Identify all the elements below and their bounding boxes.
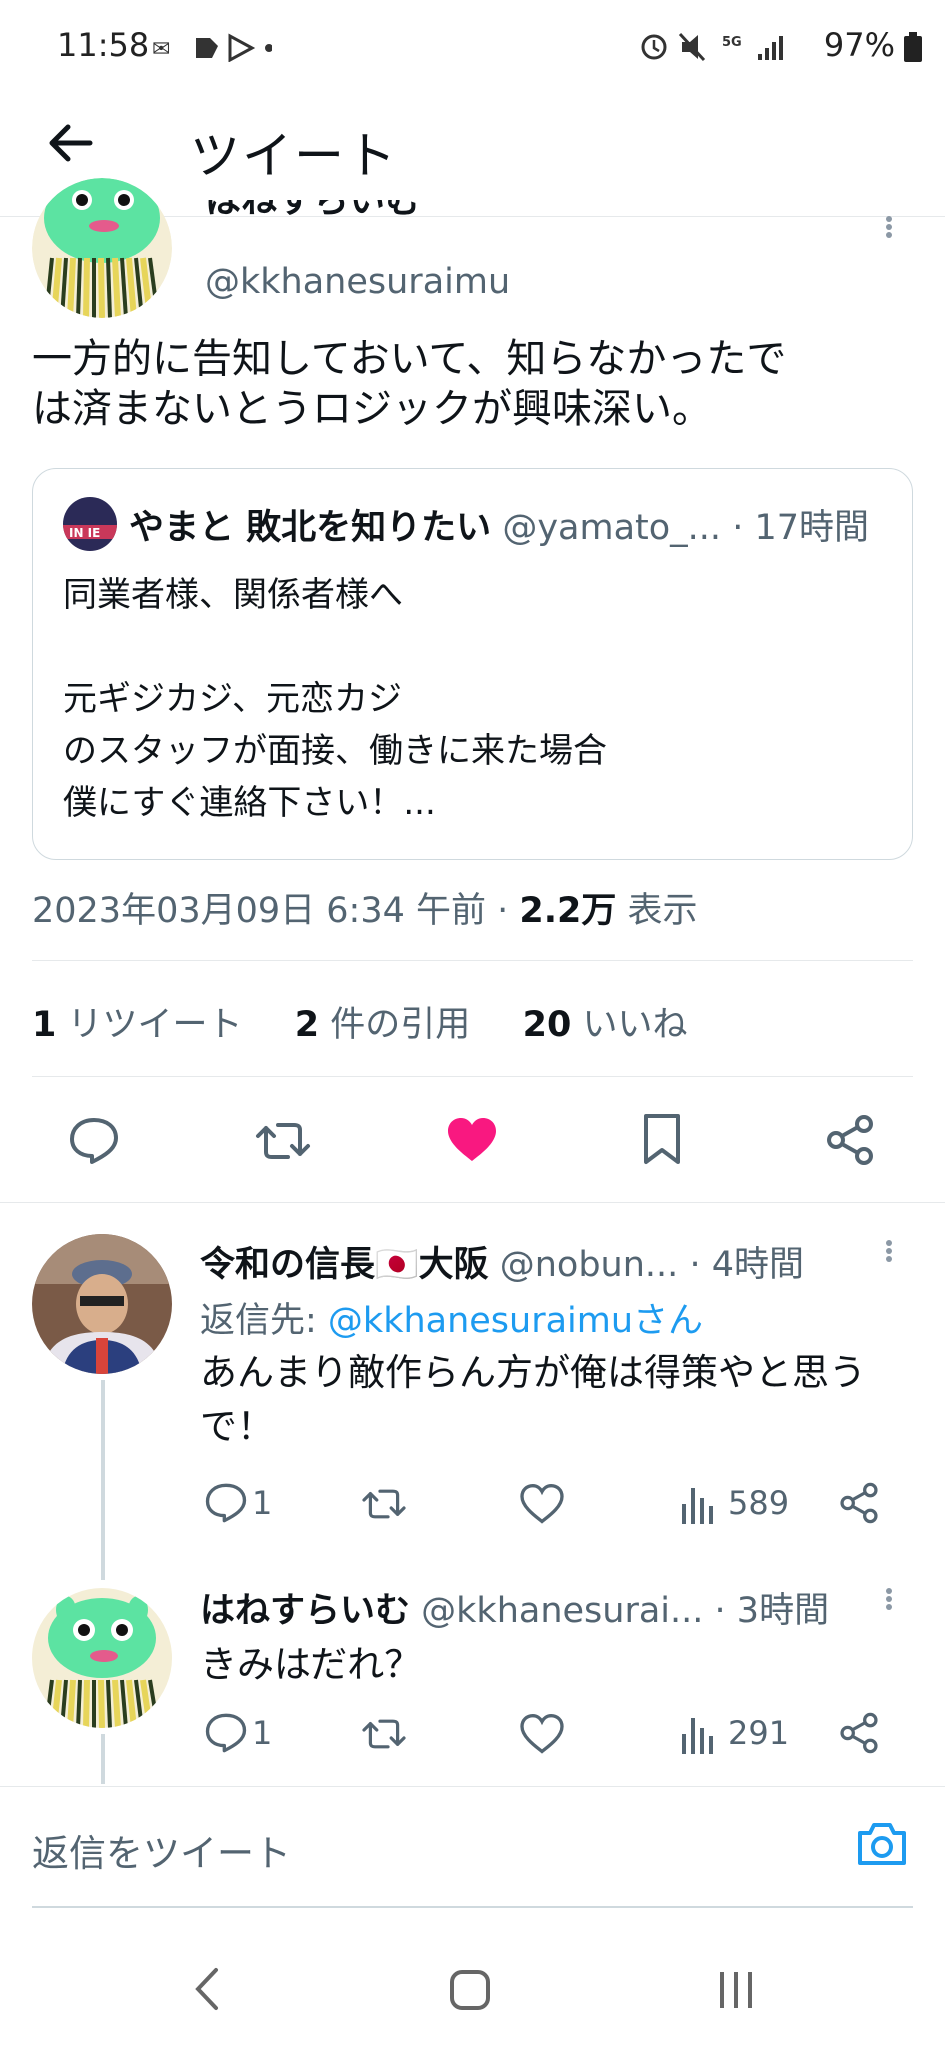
share-icon[interactable] <box>838 1482 880 1524</box>
tweet-timestamp: 2023年03月09日 6:34 午前 · <box>32 891 520 931</box>
quotes-stat[interactable]: 2 件の引用 <box>295 1005 471 1045</box>
notification-icons: ✉ <box>152 33 272 62</box>
reply-text-line: あんまり敵作らん方が俺は得策やと思う <box>200 1351 866 1394</box>
views-count: 589 <box>728 1484 790 1522</box>
quoted-author-line: やまと 敗北を知りたい @yamato_... · 17時間 <box>129 499 869 550</box>
reply-header: はねすらいむ @kkhanesurai... · 3時間 <box>200 1582 829 1633</box>
more-options-icon[interactable] <box>884 1586 894 1612</box>
views-icon[interactable] <box>680 1484 718 1524</box>
reply-header: 令和の信長🇯🇵大阪 @nobun... · 4時間 <box>200 1236 804 1287</box>
tweet-text-line: 一方的に告知しておいて、知らなかったで <box>32 336 787 382</box>
thread-line <box>101 1734 105 1784</box>
reply-author-handle[interactable]: @kkhanesurai... <box>421 1591 703 1631</box>
system-nav-bar <box>0 1924 945 2048</box>
share-icon[interactable] <box>838 1712 880 1754</box>
reply-author-handle[interactable]: @nobun... <box>500 1245 679 1285</box>
network-type: 5G <box>722 35 742 50</box>
bookmark-icon[interactable] <box>640 1112 684 1166</box>
quoted-tweet-card[interactable]: IN IE やまと 敗北を知りたい @yamato_... · 17時間 同業者… <box>32 468 913 860</box>
author-name[interactable]: はねすらいむ <box>205 200 421 230</box>
reply-time: · 4時間 <box>689 1245 804 1285</box>
quotes-label: 件の引用 <box>330 1005 471 1045</box>
reply-text-line: で！ <box>200 1405 274 1448</box>
more-options-icon[interactable] <box>884 1238 894 1264</box>
views-count: 2.2万 <box>519 891 617 931</box>
svg-text:✉: ✉ <box>152 37 170 62</box>
reply-author-name[interactable]: 令和の信長🇯🇵大阪 <box>200 1245 489 1285</box>
slime-avatar-icon <box>32 1588 172 1728</box>
quoted-author-avatar: IN IE <box>63 497 117 551</box>
like-icon[interactable] <box>520 1484 564 1524</box>
views-count: 291 <box>728 1714 790 1752</box>
reply-to-user[interactable]: @kkhanesuraimuさん <box>328 1301 703 1341</box>
tweet-timestamp-row: 2023年03月09日 6:34 午前 · 2.2万 表示 <box>32 882 698 933</box>
reply-icon[interactable] <box>204 1712 248 1754</box>
retweet-icon[interactable] <box>360 1714 408 1754</box>
slime-avatar-icon <box>32 178 172 318</box>
more-options-icon[interactable] <box>884 214 894 240</box>
like-icon[interactable] <box>520 1714 564 1754</box>
system-status-icons: 5G <box>641 32 783 62</box>
share-icon[interactable] <box>824 1114 876 1166</box>
page-title: ツイート <box>190 127 398 185</box>
retweet-icon[interactable] <box>254 1116 312 1166</box>
author-name-text: はねすらいむ <box>205 200 422 221</box>
quoted-text: 同業者様、関係者様へ 元ギジカジ、元恋カジ のスタッフが面接、働きに来た場合 僕… <box>63 569 607 829</box>
camera-icon[interactable] <box>856 1821 908 1867</box>
reply-icon[interactable] <box>204 1482 248 1524</box>
reply-text: きみはだれ？ <box>200 1643 422 1686</box>
battery-percent: 97% <box>823 26 895 64</box>
person-avatar-icon <box>32 1234 172 1374</box>
retweets-label: リツイート <box>67 1005 243 1045</box>
nav-home-icon[interactable] <box>448 1968 492 2012</box>
retweets-stat[interactable]: 1 リツイート <box>32 1005 243 1045</box>
reply-count: 1 <box>252 1484 273 1522</box>
reply-icon[interactable] <box>68 1116 120 1166</box>
author-handle[interactable]: @kkhanesuraimu <box>205 262 510 302</box>
quoted-text-line: 同業者様、関係者様へ <box>63 575 403 615</box>
nav-back-icon[interactable] <box>188 1966 228 2012</box>
tweet-stats: 1 リツイート 2 件の引用 20 いいね <box>32 996 687 1047</box>
nav-recents-icon[interactable] <box>714 1968 758 2012</box>
quotes-count: 2 <box>294 1005 320 1045</box>
likes-count: 20 <box>522 1005 572 1045</box>
battery-icon <box>904 32 922 62</box>
views-label: 表示 <box>627 891 698 931</box>
reply-text: あんまり敵作らん方が俺は得策やと思う で！ <box>200 1346 866 1454</box>
reply-to-line: 返信先: @kkhanesuraimuさん <box>200 1292 703 1343</box>
reply-author-name[interactable]: はねすらいむ <box>200 1591 410 1631</box>
reply-author-avatar[interactable] <box>32 1588 172 1728</box>
quoted-text-line: 僕にすぐ連絡下さい！... <box>63 783 436 823</box>
reply-count: 1 <box>252 1714 273 1752</box>
thread-line <box>101 1380 105 1580</box>
retweets-count: 1 <box>32 1005 57 1045</box>
reply-author-avatar[interactable] <box>32 1234 172 1374</box>
reply-time: · 3時間 <box>714 1591 830 1631</box>
author-avatar[interactable] <box>32 178 172 318</box>
status-time: 11:58 <box>57 26 150 64</box>
likes-label: いいね <box>582 1005 688 1045</box>
quoted-text-line: 元ギジカジ、元恋カジ <box>63 679 402 719</box>
svg-text:IN IE: IN IE <box>69 526 100 540</box>
tweet-text: 一方的に告知しておいて、知らなかったで は済まないとうロジックが興味深い。 <box>32 334 786 434</box>
back-arrow-icon[interactable] <box>46 118 96 168</box>
like-icon-active[interactable] <box>446 1116 498 1164</box>
quoted-author-name: やまと 敗北を知りたい <box>129 508 492 548</box>
reply-to-label: 返信先: <box>200 1301 328 1341</box>
views-icon[interactable] <box>680 1714 718 1754</box>
likes-stat[interactable]: 20 いいね <box>523 1005 688 1045</box>
quoted-time: · 17時間 <box>732 508 869 548</box>
retweet-icon[interactable] <box>360 1484 408 1524</box>
status-bar: 11:58 ✉ 5G 97% <box>0 0 945 92</box>
reply-compose-bar[interactable]: 返信をツイート <box>0 1787 945 1911</box>
quoted-text-line: のスタッフが面接、働きに来た場合 <box>63 731 607 771</box>
tweet-text-line: は済まないとうロジックが興味深い。 <box>32 386 712 432</box>
reply-compose-placeholder[interactable]: 返信をツイート <box>32 1823 291 1877</box>
compose-underline <box>32 1906 913 1908</box>
quoted-author-handle: @yamato_... <box>502 508 722 548</box>
